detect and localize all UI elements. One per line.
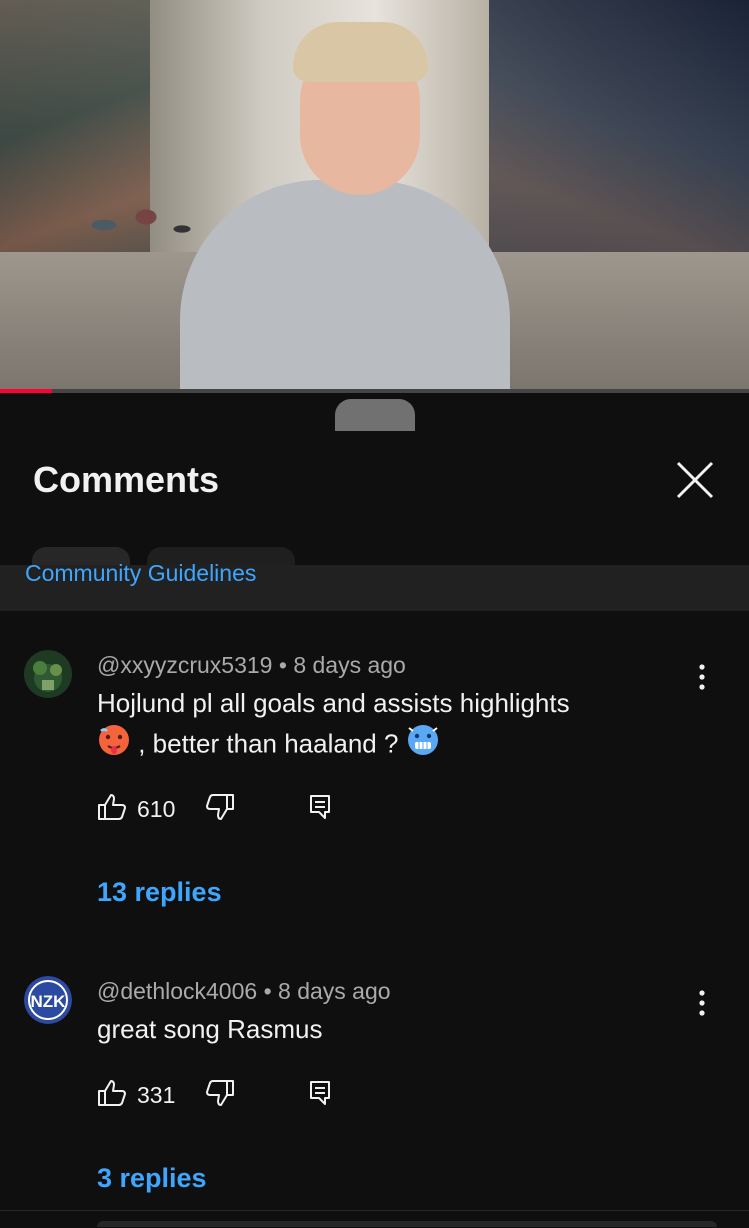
comment-text: great song Rasmus xyxy=(97,1014,323,1044)
comment-text-tail: , better than haaland ? xyxy=(138,728,399,759)
video-subject-body xyxy=(180,180,510,392)
like-count: 610 xyxy=(137,795,176,822)
reply-icon xyxy=(309,1080,331,1111)
video-player[interactable] xyxy=(0,0,749,392)
view-replies-link[interactable]: 13 replies xyxy=(97,877,222,908)
reply-button[interactable] xyxy=(309,794,331,825)
comment-time: 8 days ago xyxy=(278,978,391,1004)
avatar-text: NZK xyxy=(31,992,67,1011)
avatar[interactable] xyxy=(24,650,72,698)
like-button[interactable]: 331 xyxy=(97,1079,175,1112)
comment-text-line: Hojlund pl all goals and assists highlig… xyxy=(97,688,570,718)
like-button[interactable]: 610 xyxy=(97,793,175,826)
thumbs-up-icon xyxy=(97,1079,127,1112)
add-comment-bar-edge[interactable] xyxy=(97,1221,717,1227)
video-subject-hair xyxy=(293,22,428,82)
reply-button[interactable] xyxy=(309,1080,331,1111)
comment-meta: @dethlock4006 • 8 days ago xyxy=(97,978,391,1005)
meta-separator: • xyxy=(278,652,287,678)
thumbs-down-icon xyxy=(205,793,235,826)
dislike-button[interactable] xyxy=(205,1079,235,1112)
panel-title: Comments xyxy=(33,459,220,500)
comment-author[interactable]: @xxyyzcrux5319 xyxy=(97,652,272,678)
thumbs-up-icon xyxy=(97,793,127,826)
hot-face-icon xyxy=(97,723,131,768)
more-options-icon[interactable] xyxy=(690,988,714,1018)
reply-icon xyxy=(309,794,331,825)
comment-actions: 610 xyxy=(97,792,331,826)
comment-time: 8 days ago xyxy=(293,652,406,678)
avatar[interactable]: NZK xyxy=(24,976,72,1024)
comment-meta: @xxyyzcrux5319 • 8 days ago xyxy=(97,652,406,679)
community-guidelines-link[interactable]: Community Guidelines xyxy=(25,560,256,587)
more-options-icon[interactable] xyxy=(690,662,714,692)
like-count: 331 xyxy=(137,1081,176,1108)
comment-actions: 331 xyxy=(97,1078,331,1112)
cold-face-icon xyxy=(406,723,440,768)
drag-handle[interactable] xyxy=(335,399,415,431)
view-replies-link[interactable]: 3 replies xyxy=(97,1163,207,1194)
video-scene-people xyxy=(80,185,200,265)
comment-text-line-2: , better than haaland ? xyxy=(97,723,687,768)
dislike-button[interactable] xyxy=(205,793,235,826)
guidelines-banner: Community Guidelines xyxy=(0,560,749,611)
comment-author[interactable]: @dethlock4006 xyxy=(97,978,257,1004)
meta-separator: • xyxy=(263,978,272,1004)
comment-text: Hojlund pl all goals and assists highlig… xyxy=(97,683,687,768)
thumbs-down-icon xyxy=(205,1079,235,1112)
close-icon[interactable] xyxy=(674,459,716,501)
